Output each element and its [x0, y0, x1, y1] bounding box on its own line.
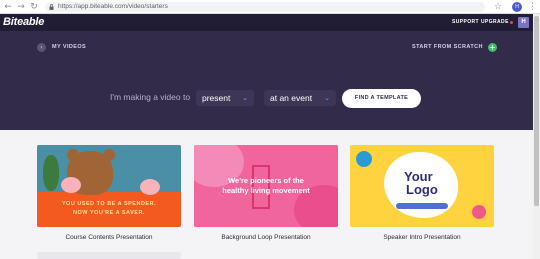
intent-sentence: I'm making a video to	[110, 92, 191, 102]
purpose-select[interactable]: present ⌄	[196, 90, 254, 106]
template-card-thumbnail[interactable]: We're pioneers of the healthy living mov…	[194, 145, 338, 227]
start-from-scratch-label: START FROM SCRATCH	[412, 44, 483, 50]
piggy-bank-illustration	[61, 177, 81, 193]
upgrade-link[interactable]: UPGRADE	[481, 14, 509, 31]
decorative-circle	[472, 205, 486, 219]
my-videos-label: MY VIDEOS	[52, 44, 87, 50]
back-arrow-icon[interactable]: ←	[3, 1, 13, 13]
context-select-value: at an event	[270, 93, 313, 103]
user-avatar[interactable]: H	[518, 17, 529, 28]
piggy-bank-illustration	[140, 179, 160, 195]
template-card-peek	[37, 252, 181, 259]
thumb-caption-line2: NOW YOU'RE A SAVER.	[73, 210, 145, 216]
thumb-caption-line2: healthy living movement	[222, 186, 310, 195]
support-link[interactable]: SUPPORT	[452, 14, 479, 31]
browser-menu-icon[interactable]: ⋮	[528, 1, 537, 13]
purpose-select-value: present	[202, 93, 231, 103]
tree-illustration	[43, 155, 59, 191]
brand-logo[interactable]: Biteable	[3, 15, 44, 30]
browser-profile-avatar[interactable]: H	[512, 2, 522, 12]
decorative-ribbon	[396, 203, 448, 209]
app-topbar: Biteable SUPPORT UPGRADE H	[0, 14, 533, 31]
placeholder-logo-line2: Logo	[406, 182, 438, 197]
start-from-scratch-button[interactable]: START FROM SCRATCH +	[412, 42, 497, 52]
chevron-down-icon: ⌄	[324, 94, 330, 102]
chevron-down-icon: ⌄	[242, 94, 248, 102]
address-bar[interactable]: https://app.biteable.com/video/starters	[45, 2, 485, 12]
template-card-title[interactable]: Speaker Intro Presentation	[350, 233, 494, 242]
scrollbar-thumb[interactable]	[534, 16, 539, 206]
decorative-circle	[356, 151, 372, 167]
chevron-left-icon: ‹	[37, 42, 46, 52]
notification-dot	[510, 21, 513, 24]
bookmark-star-icon[interactable]: ☆	[494, 1, 502, 13]
hero-section: Biteable SUPPORT UPGRADE H ‹ MY VIDEOS S…	[0, 14, 533, 130]
template-card-title[interactable]: Course Contents Presentation	[37, 233, 181, 242]
template-card-thumbnail[interactable]: Your Logo	[350, 145, 494, 227]
lock-icon	[49, 4, 54, 10]
thumb-caption-line1: YOU USED TO BE A SPENDER.	[61, 201, 157, 207]
my-videos-button[interactable]: ‹ MY VIDEOS	[37, 42, 86, 52]
url-text: https://app.biteable.com/video/starters	[58, 3, 168, 10]
template-card-thumbnail[interactable]: YOU USED TO BE A SPENDER. NOW YOU'RE A S…	[37, 145, 181, 227]
reload-icon[interactable]: ↻	[29, 1, 39, 13]
thumb-caption-line1: We're pioneers of the	[228, 176, 304, 185]
context-select[interactable]: at an event ⌄	[264, 90, 336, 106]
forward-arrow-icon[interactable]: →	[16, 1, 26, 13]
plus-icon: +	[487, 42, 497, 52]
page-scrollbar[interactable]	[533, 14, 540, 259]
template-card-title[interactable]: Background Loop Presentation	[194, 233, 338, 242]
browser-toolbar: ← → ↻ https://app.biteable.com/video/sta…	[0, 0, 540, 14]
find-template-button[interactable]: FIND A TEMPLATE	[342, 89, 421, 108]
